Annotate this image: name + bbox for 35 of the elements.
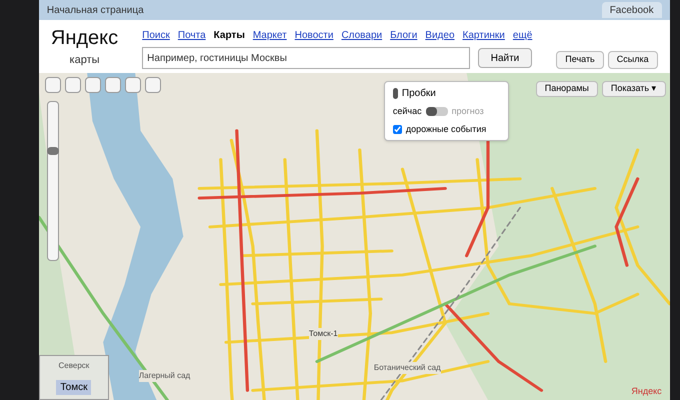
nav-link[interactable]: Картинки [462,28,505,43]
minimap-town: Северск [58,360,90,372]
map-label: Томск-1 [308,328,338,340]
nav-link[interactable]: Видео [425,28,455,43]
zoom-slider[interactable] [46,101,59,261]
switch-thumb[interactable] [426,107,437,116]
mode-label[interactable]: сейчас [392,105,422,118]
action-button[interactable]: Печать [556,51,604,69]
nav-link[interactable]: Поиск [142,28,170,43]
service-name: карты [70,53,100,68]
show-button[interactable]: Показать ▾ [602,81,666,97]
traffic-light-icon [392,88,398,99]
minimap[interactable]: Северск Томск [38,355,109,400]
minimap-city: Томск [56,380,92,395]
events-label: дорожные события [406,122,486,136]
yandex-logo[interactable]: Яндекс [50,28,118,48]
events-checkbox[interactable] [392,124,402,134]
nav-link[interactable]: Почта [178,28,206,43]
action-button[interactable]: Ссылка [608,51,658,69]
nav-link[interactable]: Словари [341,28,382,43]
browser-tab[interactable]: Facebook [602,2,662,18]
nav-link[interactable]: ещё [512,28,532,43]
panorama-button[interactable]: Панорамы [536,81,598,97]
map-label: Ботанический сад [374,362,441,374]
nav-link[interactable]: Новости [294,28,334,43]
traffic-title: Пробки [402,87,436,101]
zoom-thumb[interactable] [46,147,59,155]
map-label: Лагерный сад [138,370,190,382]
search-button[interactable]: Найти [478,48,532,68]
nav-link[interactable]: Маркет [252,28,287,43]
map-brand: Яндекс [631,384,662,398]
nav-link[interactable]: Карты [214,28,245,43]
search-field[interactable]: Например, гостиницы Москвы [142,47,470,69]
bookmark-link[interactable]: Начальная страница [46,2,144,18]
nav-link[interactable]: Блоги [390,28,418,43]
